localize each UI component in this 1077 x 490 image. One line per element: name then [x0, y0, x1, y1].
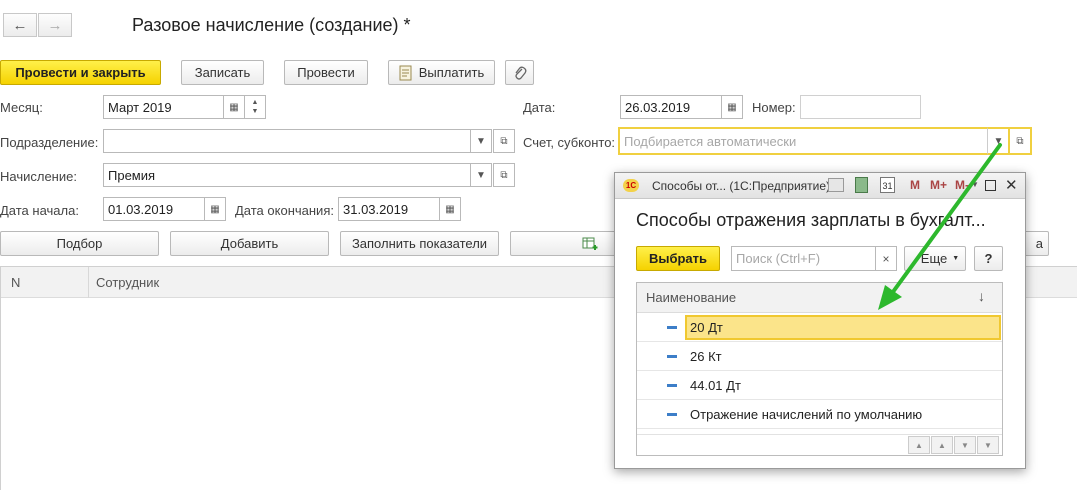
annotation-arrow-line — [888, 143, 1002, 298]
annotation-arrow — [878, 143, 1002, 310]
annotation-arrow-head — [878, 285, 902, 310]
